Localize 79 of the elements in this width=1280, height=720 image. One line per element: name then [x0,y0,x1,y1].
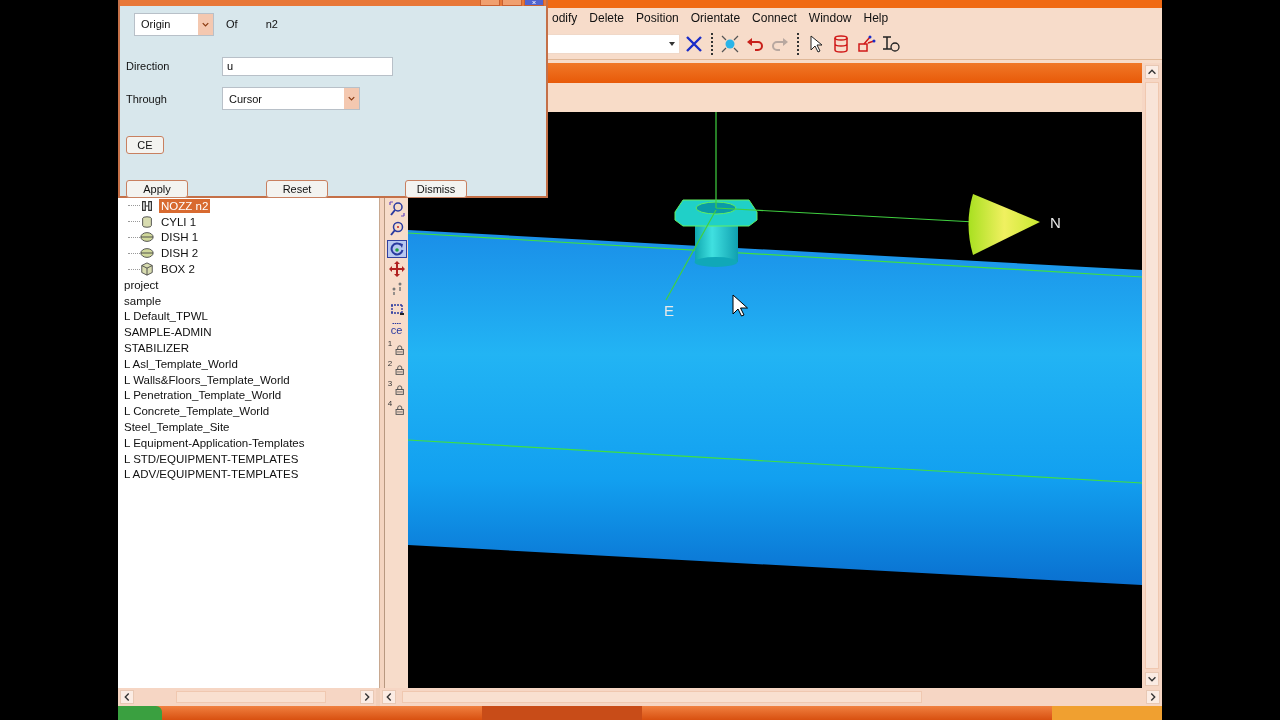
tree-item[interactable]: project [122,277,161,292]
caret-icon [669,41,675,46]
direction-label: Direction [126,60,171,72]
through-label: Through [126,92,168,105]
dismiss-button[interactable]: Dismiss [405,180,467,198]
tree-item[interactable]: Steel_Template_Site [122,420,232,435]
menu-item[interactable]: Window [804,11,860,25]
move-arrows-icon [388,261,405,277]
scroll-thumb[interactable] [1145,82,1159,669]
tree-item[interactable]: L Concrete_Template_World [122,404,272,419]
box-icon [140,262,154,277]
scroll-down-icon[interactable] [1145,672,1159,686]
connect-icon[interactable] [856,33,876,54]
tree-item[interactable]: L Default_TPWL [122,309,210,324]
menu-item[interactable]: odify [548,11,586,25]
menu-item[interactable]: Position [632,11,687,25]
horizontal-scrollbar[interactable] [380,688,1162,706]
start-button[interactable] [118,706,162,720]
cylinder-icon[interactable] [831,33,851,54]
view-tool-button[interactable]: 3 [386,380,407,398]
lock-icon [392,362,406,376]
origin-select[interactable]: Origin [134,12,214,36]
view-tool-button[interactable]: ce [386,320,407,338]
tree-item[interactable]: L Asl_Template_World [122,356,240,371]
tree-item[interactable]: L Walls&Floors_Template_World [122,372,292,387]
tree-item[interactable]: L Penetration_Template_World [122,388,284,403]
vertical-scrollbar[interactable] [1142,63,1162,688]
menu-item[interactable]: Delete [585,11,633,25]
tree-item[interactable]: BOX 2 [159,262,197,277]
zoom-icon [388,221,405,237]
lock-icon [392,382,406,396]
cursor-icon [732,294,748,317]
menu-item[interactable]: Orientate [686,11,749,25]
direction-field[interactable]: u [222,56,393,76]
scroll-left-icon[interactable] [382,690,396,704]
ce-button[interactable]: CE [126,136,164,154]
view-tool-button[interactable] [386,200,407,218]
scroll-thumb[interactable] [402,691,922,703]
of-label: Of [226,18,238,30]
cross-icon[interactable] [684,33,704,54]
view-tool-button[interactable]: 1 [386,340,407,358]
text-cursor-icon[interactable] [881,33,901,54]
lock-icon [392,402,406,416]
tree-item[interactable]: L STD/EQUIPMENT-TEMPLATES [122,451,301,466]
scroll-thumb[interactable] [176,691,326,703]
tree-item[interactable]: L ADV/EQUIPMENT-TEMPLATES [122,467,301,482]
limits-icon [388,301,405,317]
horizontal-scrollbar[interactable] [118,688,380,706]
rotate-icon [388,241,405,257]
tree-item[interactable]: CYLI 1 [159,214,199,229]
element-name: n2 [265,18,278,30]
view-tool-button[interactable]: 2 [386,360,407,378]
apply-button[interactable]: Apply [126,180,188,198]
zoom-icon [388,201,405,217]
tree-item[interactable]: SAMPLE-ADMIN [122,325,214,340]
dish-icon [140,230,154,245]
axis-label: E [664,302,674,319]
tree-item[interactable]: DISH 1 [159,230,201,245]
reset-button[interactable]: Reset [266,180,328,198]
tree-item[interactable]: sample [122,293,164,308]
axis-label: N [1050,214,1061,231]
tree-item[interactable]: DISH 2 [159,246,201,261]
view-tool-button[interactable] [386,240,407,258]
menu-item[interactable]: Connect [748,11,805,25]
close-icon [531,0,537,5]
scroll-right-icon[interactable] [1146,690,1160,704]
view-tool-button[interactable]: 4 [386,400,407,418]
tree-item[interactable]: STABILIZER [122,341,191,356]
nozzle-icon [140,198,154,213]
scroll-up-icon[interactable] [1145,65,1159,79]
tree-item[interactable]: L Equipment-Application-Templates [122,435,307,450]
cylinder-icon [140,214,154,229]
scroll-right-icon[interactable] [360,690,374,704]
through-select[interactable]: Cursor [222,87,360,110]
scroll-left-icon[interactable] [120,690,134,704]
menu-item[interactable]: Help [859,11,897,25]
lock-icon [392,342,406,356]
sphere-icon[interactable] [720,33,740,54]
dish-icon [140,246,154,261]
